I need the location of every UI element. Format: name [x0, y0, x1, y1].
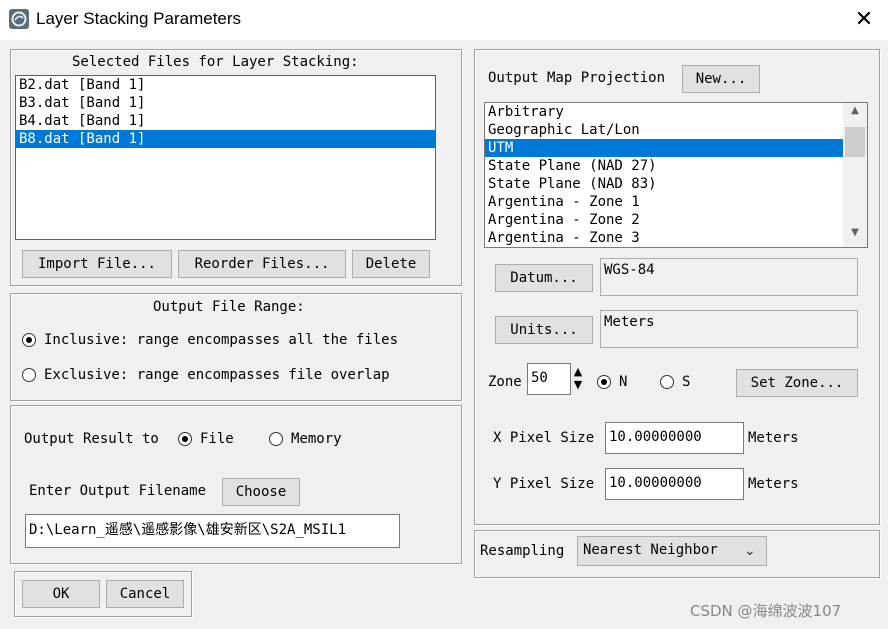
watermark: CSDN @海绵波波107: [690, 602, 842, 620]
y-pixel-units: Meters: [748, 476, 799, 492]
delete-button[interactable]: Delete: [352, 250, 430, 278]
projection-list-item[interactable]: Argentina - Zone 3: [485, 229, 867, 247]
projection-list-item[interactable]: Arbitrary: [485, 103, 867, 121]
ok-button[interactable]: OK: [22, 580, 100, 608]
datum-value: WGS-84: [600, 258, 858, 296]
stepper-down-icon[interactable]: ▼: [569, 378, 587, 391]
memory-label: Memory: [291, 431, 342, 447]
north-radio[interactable]: N: [595, 374, 645, 394]
resampling-value: Nearest Neighbor: [583, 542, 718, 558]
close-icon[interactable]: ✕: [850, 6, 878, 34]
stepper-up-icon[interactable]: ▲: [569, 365, 587, 378]
selected-files-heading: Selected Files for Layer Stacking:: [72, 54, 359, 70]
chevron-down-icon: ⌄: [744, 543, 756, 559]
zone-label: Zone: [488, 374, 522, 390]
scroll-down-icon[interactable]: ▼: [843, 227, 867, 243]
x-pixel-size-label: X Pixel Size: [493, 430, 595, 446]
new-projection-button[interactable]: New...: [682, 65, 760, 93]
y-pixel-size-label: Y Pixel Size: [493, 476, 595, 492]
projection-list-item[interactable]: UTM: [485, 139, 867, 157]
output-range-heading: Output File Range:: [153, 299, 305, 315]
scroll-up-icon[interactable]: ▲: [843, 105, 867, 121]
projection-list-item[interactable]: Argentina - Zone 2: [485, 211, 867, 229]
file-list-item[interactable]: B8.dat [Band 1]: [16, 130, 435, 148]
resampling-select[interactable]: Nearest Neighbor ⌄: [577, 536, 767, 566]
south-radio-button[interactable]: [660, 375, 674, 389]
exclusive-radio-button[interactable]: [22, 368, 36, 382]
zone-stepper[interactable]: ▲ ▼: [569, 365, 589, 393]
north-label: N: [619, 374, 628, 390]
exclusive-label: Exclusive: range encompasses file overla…: [44, 367, 390, 383]
cancel-button[interactable]: Cancel: [106, 580, 184, 608]
projection-heading: Output Map Projection: [488, 70, 666, 86]
projection-list-item[interactable]: Argentina - Zone 1: [485, 193, 867, 211]
y-pixel-size-input[interactable]: 10.00000000: [605, 468, 744, 500]
memory-radio-button[interactable]: [269, 432, 283, 446]
import-file-button[interactable]: Import File...: [22, 250, 172, 278]
selected-files-list[interactable]: B2.dat [Band 1] B3.dat [Band 1] B4.dat [Ba…: [15, 75, 436, 240]
x-pixel-size-input[interactable]: 10.00000000: [605, 422, 744, 454]
output-filename-input[interactable]: D:\Learn_遥感\遥感影像\雄安新区\S2A_MSIL1: [25, 514, 400, 548]
scroll-thumb[interactable]: [845, 127, 865, 157]
projection-list-item[interactable]: Geographic Lat/Lon: [485, 121, 867, 139]
file-list-item[interactable]: B2.dat [Band 1]: [16, 76, 435, 94]
south-radio[interactable]: S: [658, 374, 708, 394]
projection-list-item[interactable]: State Plane (NAD 83): [485, 175, 867, 193]
inclusive-radio-button[interactable]: [22, 333, 36, 347]
projection-list-item[interactable]: State Plane (NAD 27): [485, 157, 867, 175]
zone-input[interactable]: 50: [527, 363, 571, 395]
file-list-item[interactable]: B3.dat [Band 1]: [16, 94, 435, 112]
choose-button[interactable]: Choose: [222, 478, 300, 506]
projection-scrollbar[interactable]: ▲ ▼: [843, 103, 867, 247]
inclusive-radio[interactable]: Inclusive: range encompasses all the fil…: [20, 332, 440, 352]
file-label: File: [200, 431, 234, 447]
reorder-files-button[interactable]: Reorder Files...: [178, 250, 346, 278]
app-icon: [9, 9, 29, 29]
x-pixel-units: Meters: [748, 430, 799, 446]
datum-button[interactable]: Datum...: [495, 264, 593, 292]
units-value: Meters: [600, 310, 858, 348]
output-file-radio[interactable]: File: [176, 431, 256, 451]
units-button[interactable]: Units...: [495, 316, 593, 344]
file-list-item[interactable]: B4.dat [Band 1]: [16, 112, 435, 130]
set-zone-button[interactable]: Set Zone...: [736, 369, 858, 397]
north-radio-button[interactable]: [597, 375, 611, 389]
inclusive-label: Inclusive: range encompasses all the fil…: [44, 332, 399, 348]
projection-list[interactable]: Arbitrary Geographic Lat/Lon UTM State Plan…: [484, 102, 868, 248]
file-radio-button[interactable]: [178, 432, 192, 446]
window-title: Layer Stacking Parameters: [36, 9, 242, 28]
output-result-label: Output Result to: [24, 431, 159, 447]
south-label: S: [682, 374, 691, 390]
output-memory-radio[interactable]: Memory: [267, 431, 357, 451]
exclusive-radio[interactable]: Exclusive: range encompasses file overla…: [20, 367, 440, 387]
resampling-label: Resampling: [480, 543, 565, 559]
filename-label: Enter Output Filename: [29, 483, 207, 499]
